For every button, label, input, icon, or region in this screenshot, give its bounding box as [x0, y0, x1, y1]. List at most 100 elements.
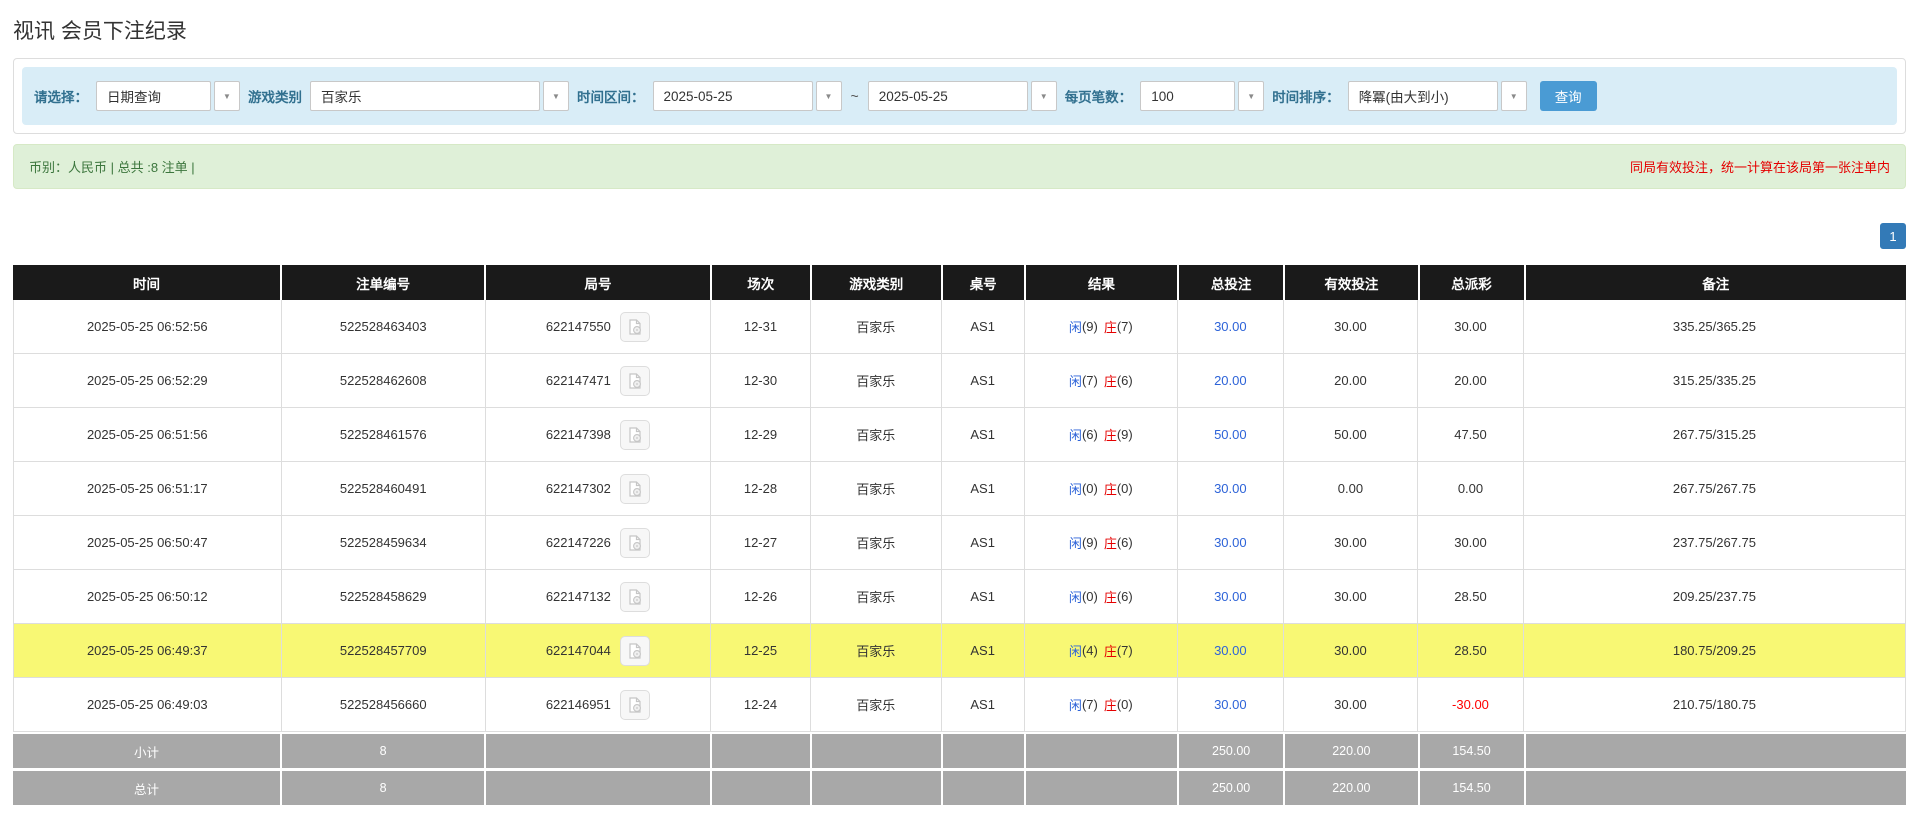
cell-game-type: 百家乐: [810, 354, 940, 407]
cell-bet-id: 522528459634: [281, 516, 485, 569]
result-player-score: (7): [1082, 697, 1098, 712]
cell-total-bet: 30.00: [1177, 678, 1283, 731]
filter-panel: 请选择： 日期查询 ▼ 游戏类别 百家乐 ▼ 时间区间： 2025-05-25 …: [13, 58, 1906, 134]
video-record-button[interactable]: [620, 528, 650, 558]
result-banker-label: 庄: [1104, 479, 1117, 498]
subtotal-empty-cell: [810, 734, 941, 768]
cell-session: 12-31: [710, 300, 810, 353]
cell-remark: 237.75/267.75: [1523, 516, 1905, 569]
subtotal-payout: 154.50: [1418, 734, 1524, 768]
cell-result: 闲(0)庄(6): [1024, 570, 1177, 623]
total-empty-cell: [484, 771, 709, 805]
cell-time: 2025-05-25 06:50:47: [14, 516, 281, 569]
table-row: 2025-05-25 06:49:37 522528457709 6221470…: [13, 624, 1906, 678]
betting-records-page: 视讯 会员下注纪录 请选择： 日期查询 ▼ 游戏类别 百家乐 ▼ 时间区间： 2…: [0, 15, 1919, 805]
total-bet-link[interactable]: 30.00: [1214, 481, 1247, 496]
total-bet-link[interactable]: 30.00: [1214, 535, 1247, 550]
sort-label: 时间排序：: [1272, 86, 1340, 106]
cell-round: 622147398: [485, 408, 710, 461]
header-result: 结果: [1024, 265, 1177, 300]
cell-table-no: AS1: [941, 462, 1024, 515]
cell-session: 12-28: [710, 462, 810, 515]
total-bet-link[interactable]: 30.00: [1214, 697, 1247, 712]
cell-total-bet: 50.00: [1177, 408, 1283, 461]
cell-payout: 30.00: [1417, 516, 1523, 569]
round-number: 622147226: [546, 535, 611, 550]
video-record-icon: [626, 318, 644, 336]
table-row: 2025-05-25 06:51:17 522528460491 6221473…: [13, 462, 1906, 516]
round-number: 622147471: [546, 373, 611, 388]
table-row: 2025-05-25 06:52:29 522528462608 6221474…: [13, 354, 1906, 408]
video-record-button[interactable]: [620, 366, 650, 396]
table-header-row: 时间 注单编号 局号 场次 游戏类别 桌号 结果 总投注 有效投注 总派彩 备注: [13, 265, 1906, 300]
cell-payout: 20.00: [1417, 354, 1523, 407]
payout-value: 47.50: [1454, 427, 1487, 442]
pagination-top: 1: [13, 223, 1906, 249]
cell-payout: 0.00: [1417, 462, 1523, 515]
payout-value: 30.00: [1454, 535, 1487, 550]
range-separator: ~: [850, 88, 860, 104]
cell-total-bet: 30.00: [1177, 516, 1283, 569]
total-bet-link[interactable]: 30.00: [1214, 589, 1247, 604]
video-record-button[interactable]: [620, 474, 650, 504]
date-from-select[interactable]: 2025-05-25 ▼: [653, 81, 842, 111]
payout-value: -30.00: [1452, 697, 1489, 712]
betting-table: 时间 注单编号 局号 场次 游戏类别 桌号 结果 总投注 有效投注 总派彩 备注…: [13, 265, 1906, 805]
cell-remark: 210.75/180.75: [1523, 678, 1905, 731]
video-record-button[interactable]: [620, 636, 650, 666]
cell-remark: 335.25/365.25: [1523, 300, 1905, 353]
result-player-score: (0): [1082, 481, 1098, 496]
payout-value: 20.00: [1454, 373, 1487, 388]
cell-time: 2025-05-25 06:50:12: [14, 570, 281, 623]
time-range-label: 时间区间：: [577, 86, 645, 106]
cell-bet-id: 522528461576: [281, 408, 485, 461]
cell-session: 12-25: [710, 624, 810, 677]
total-row: 总计 8 250.00 220.00 154.50: [13, 771, 1906, 805]
cell-result: 闲(4)庄(7): [1024, 624, 1177, 677]
per-page-select[interactable]: 100 ▼: [1140, 81, 1264, 111]
round-number: 622147044: [546, 643, 611, 658]
cell-game-type: 百家乐: [810, 408, 940, 461]
sort-select[interactable]: 降冪(由大到小) ▼: [1348, 81, 1527, 111]
header-time: 时间: [13, 265, 280, 300]
page-number-button[interactable]: 1: [1880, 223, 1906, 249]
video-record-button[interactable]: [620, 420, 650, 450]
cell-bet-id: 522528457709: [281, 624, 485, 677]
video-record-button[interactable]: [620, 312, 650, 342]
header-session: 场次: [710, 265, 810, 300]
total-bet-link[interactable]: 30.00: [1214, 319, 1247, 334]
cell-table-no: AS1: [941, 516, 1024, 569]
video-record-button[interactable]: [620, 582, 650, 612]
total-bet-link[interactable]: 20.00: [1214, 373, 1247, 388]
result-banker-label: 庄: [1104, 641, 1117, 660]
video-record-button[interactable]: [620, 690, 650, 720]
cell-time: 2025-05-25 06:52:29: [14, 354, 281, 407]
video-record-icon: [626, 372, 644, 390]
cell-result: 闲(6)庄(9): [1024, 408, 1177, 461]
table-row: 2025-05-25 06:49:03 522528456660 6221469…: [13, 678, 1906, 732]
cell-session: 12-27: [710, 516, 810, 569]
cell-table-no: AS1: [941, 678, 1024, 731]
cell-bet-id: 522528458629: [281, 570, 485, 623]
cell-round: 622147550: [485, 300, 710, 353]
chevron-down-icon: ▼: [214, 81, 240, 111]
total-empty-cell: [941, 771, 1024, 805]
date-to-select[interactable]: 2025-05-25 ▼: [868, 81, 1057, 111]
game-type-select[interactable]: 百家乐 ▼: [310, 81, 569, 111]
total-empty-cell: [710, 771, 810, 805]
total-bet-link[interactable]: 50.00: [1214, 427, 1247, 442]
subtotal-total-bet: 250.00: [1177, 734, 1283, 768]
query-type-select[interactable]: 日期查询 ▼: [96, 81, 240, 111]
search-button[interactable]: 查询: [1540, 81, 1597, 111]
cell-payout: 28.50: [1417, 570, 1523, 623]
total-empty-cell: [1524, 771, 1906, 805]
result-banker-label: 庄: [1104, 425, 1117, 444]
cell-round: 622147132: [485, 570, 710, 623]
cell-valid-bet: 0.00: [1283, 462, 1417, 515]
result-player-score: (4): [1082, 643, 1098, 658]
subtotal-count: 8: [280, 734, 484, 768]
cell-payout: -30.00: [1417, 678, 1523, 731]
total-bet-link[interactable]: 30.00: [1214, 643, 1247, 658]
round-number: 622146951: [546, 697, 611, 712]
cell-session: 12-26: [710, 570, 810, 623]
